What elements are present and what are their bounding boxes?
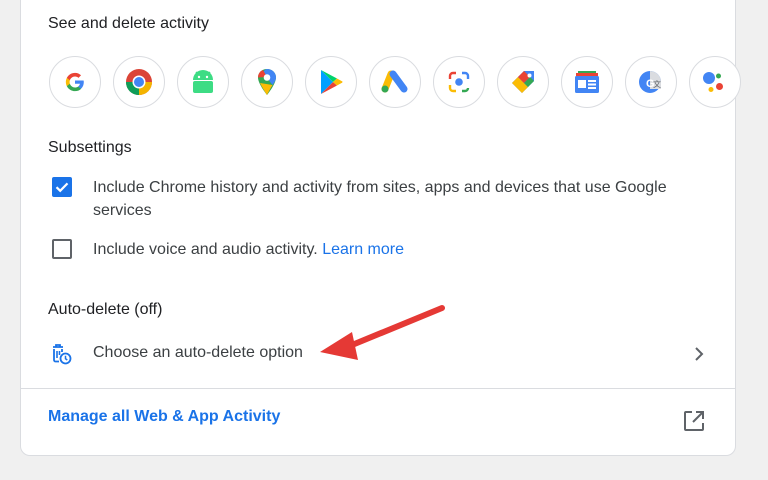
chrome-history-line1: Include Chrome history and activity from…	[93, 179, 667, 196]
lens-icon	[448, 71, 470, 93]
app-play[interactable]	[305, 56, 357, 108]
app-android[interactable]	[177, 56, 229, 108]
chevron-right-icon	[695, 347, 704, 361]
open-in-new-icon[interactable]	[683, 410, 705, 432]
app-maps[interactable]	[241, 56, 293, 108]
play-store-icon	[321, 70, 343, 94]
chrome-icon	[126, 69, 152, 95]
red-arrow-annotation	[320, 305, 445, 360]
app-chrome[interactable]	[113, 56, 165, 108]
app-assistant[interactable]	[689, 56, 741, 108]
app-ads[interactable]	[369, 56, 421, 108]
translate-icon: G 文	[639, 71, 661, 93]
voice-audio-label-row: Include voice and audio activity. Learn …	[93, 238, 404, 261]
maps-pin-icon	[258, 69, 276, 95]
voice-audio-checkbox[interactable]	[52, 239, 72, 259]
manage-activity-link[interactable]: Manage all Web & App Activity	[48, 408, 280, 426]
google-g-icon	[65, 72, 84, 92]
chrome-history-line2: services	[93, 202, 152, 219]
checkmark-icon	[55, 182, 69, 193]
app-google-search[interactable]	[49, 56, 101, 108]
subsettings-title: Subsettings	[48, 139, 132, 156]
svg-text:文: 文	[653, 79, 661, 89]
google-ads-icon	[381, 70, 408, 93]
autodelete-option-label: Choose an auto-delete option	[93, 344, 303, 361]
app-icons-row: G 文	[49, 56, 741, 110]
chrome-history-label: Include Chrome history and activity from…	[93, 176, 667, 222]
app-translate[interactable]: G 文	[625, 56, 677, 108]
learn-more-link[interactable]: Learn more	[322, 241, 404, 258]
web-app-activity-card: See and delete activity G 文 Subsettings …	[20, 0, 741, 456]
android-icon	[193, 70, 213, 93]
assistant-icon	[703, 72, 723, 92]
app-shopping[interactable]	[497, 56, 549, 108]
voice-audio-label: Include voice and audio activity.	[93, 241, 318, 258]
autodelete-title: Auto-delete (off)	[48, 301, 163, 318]
app-lens[interactable]	[433, 56, 485, 108]
shopping-tag-icon	[512, 71, 534, 93]
see-delete-activity-title: See and delete activity	[48, 15, 209, 32]
news-icon	[575, 71, 599, 93]
trash-clock-icon	[53, 344, 72, 365]
divider	[21, 388, 735, 389]
chrome-history-checkbox[interactable]	[52, 177, 72, 197]
app-news[interactable]	[561, 56, 613, 108]
